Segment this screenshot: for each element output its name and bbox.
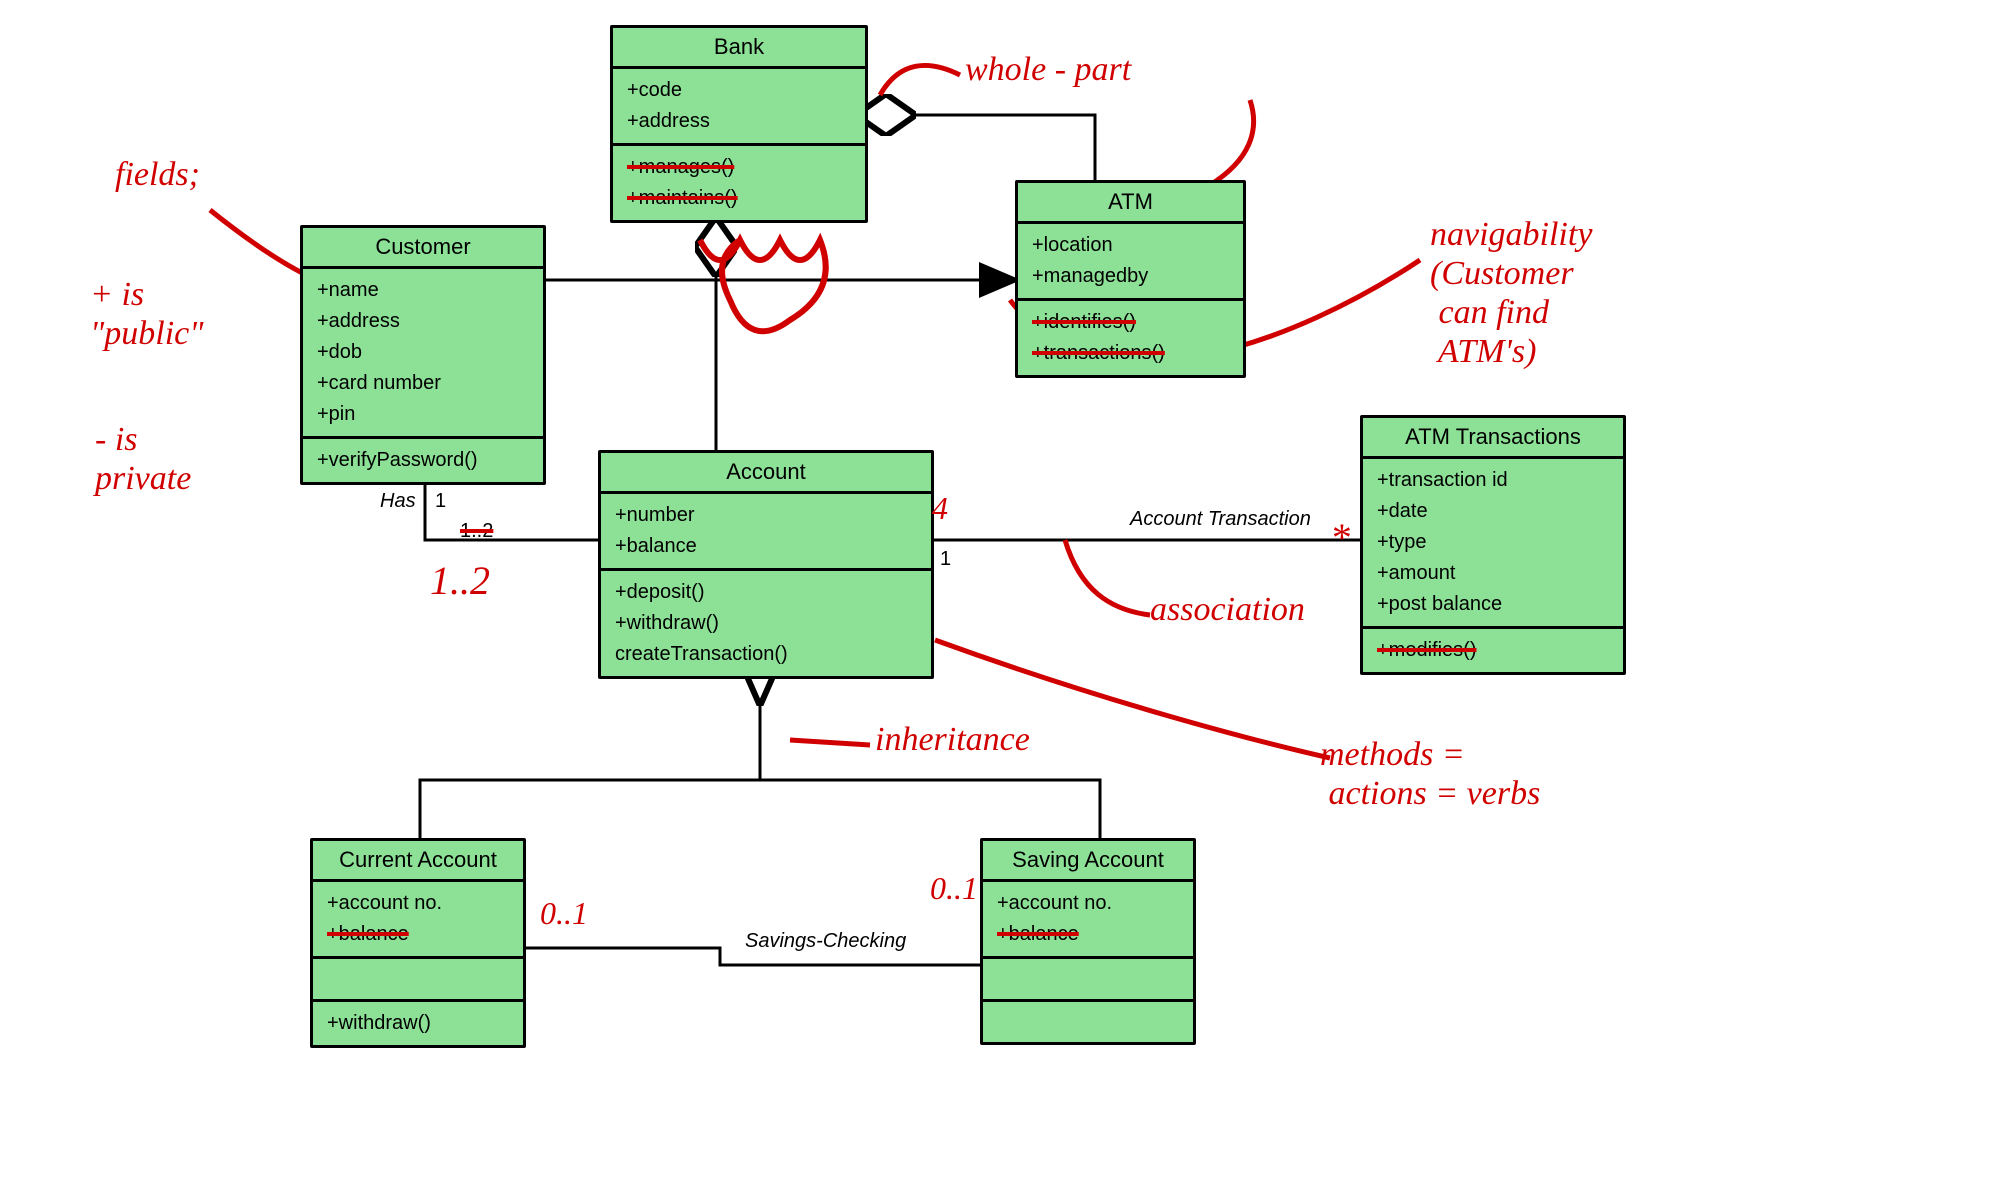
class-account: Account +number +balance +deposit() +wit…: [598, 450, 934, 679]
class-atm: ATM +location +managedby +identifies() +…: [1015, 180, 1246, 378]
attr: +balance: [997, 919, 1179, 950]
attr: +type: [1377, 527, 1609, 558]
edge-mult-acc1: 1: [940, 548, 951, 571]
attr: +address: [627, 106, 851, 137]
class-attrs: +name +address +dob +card number +pin: [303, 269, 543, 439]
ann-sav-01: 0..1: [930, 870, 978, 907]
ann-association: association: [1150, 590, 1305, 629]
class-ops: +identifies() +transactions(): [1018, 301, 1243, 375]
ann-navigability: navigability (Customer can find ATM's): [1430, 215, 1592, 371]
attr: +location: [1032, 230, 1229, 261]
ann-cur-01: 0..1: [540, 895, 588, 932]
class-empty: [983, 959, 1193, 1002]
attr: +name: [317, 275, 529, 306]
edge-label-savings-checking: Savings-Checking: [745, 930, 906, 953]
class-ops: [983, 1002, 1193, 1042]
ann-inheritance: inheritance: [875, 720, 1030, 759]
attr: +date: [1377, 496, 1609, 527]
class-attrs: +transaction id +date +type +amount +pos…: [1363, 459, 1623, 629]
op: +modifies(): [1377, 635, 1609, 666]
attr: +address: [317, 306, 529, 337]
edge-mult-1: 1: [435, 490, 446, 513]
class-ops: +withdraw(): [313, 1002, 523, 1045]
class-ops: +manages() +maintains(): [613, 146, 865, 220]
class-title: Saving Account: [983, 841, 1193, 882]
class-attrs: +number +balance: [601, 494, 931, 571]
ann-star: *: [1330, 515, 1350, 561]
class-title: ATM: [1018, 183, 1243, 224]
attr: +managedby: [1032, 261, 1229, 292]
class-attrs: +account no. +balance: [983, 882, 1193, 959]
op: +maintains(): [627, 183, 851, 214]
op: +deposit(): [615, 577, 917, 608]
ann-one-two: 1..2: [430, 558, 490, 604]
edge-label-account-transaction: Account Transaction: [1130, 508, 1311, 531]
op: +withdraw(): [327, 1008, 509, 1039]
class-title: ATM Transactions: [1363, 418, 1623, 459]
ann-fields: fields;: [115, 155, 200, 194]
attr: +dob: [317, 337, 529, 368]
attr: +card number: [317, 368, 529, 399]
attr: +account no.: [997, 888, 1179, 919]
class-bank: Bank +code +address +manages() +maintain…: [610, 25, 868, 223]
attr: +balance: [327, 919, 509, 950]
ann-private: - is private: [95, 420, 191, 498]
op: +manages(): [627, 152, 851, 183]
attr: +post balance: [1377, 589, 1609, 620]
ann-public: + is "public": [90, 275, 204, 353]
attr: +account no.: [327, 888, 509, 919]
ann-methods: methods = actions = verbs: [1320, 735, 1540, 813]
class-title: Customer: [303, 228, 543, 269]
op: +transactions(): [1032, 338, 1229, 369]
class-title: Bank: [613, 28, 865, 69]
edge-label-has: Has: [380, 490, 416, 513]
op: +verifyPassword(): [317, 445, 529, 476]
class-attrs: +account no. +balance: [313, 882, 523, 959]
class-saving-account: Saving Account +account no. +balance: [980, 838, 1196, 1045]
class-atm-transactions: ATM Transactions +transaction id +date +…: [1360, 415, 1626, 675]
edge-mult-1-2: 1..2: [460, 520, 493, 543]
class-current-account: Current Account +account no. +balance +w…: [310, 838, 526, 1048]
class-attrs: +location +managedby: [1018, 224, 1243, 301]
class-title: Current Account: [313, 841, 523, 882]
ann-whole-part: whole - part: [965, 50, 1131, 89]
attr: +code: [627, 75, 851, 106]
uml-canvas: Bank +code +address +manages() +maintain…: [0, 0, 2000, 1193]
attr: +number: [615, 500, 917, 531]
attr: +balance: [615, 531, 917, 562]
class-empty: [313, 959, 523, 1002]
op: createTransaction(): [615, 639, 917, 670]
class-ops: +deposit() +withdraw() createTransaction…: [601, 571, 931, 676]
attr: +pin: [317, 399, 529, 430]
op: +identifies(): [1032, 307, 1229, 338]
ann-four: 4: [932, 490, 948, 527]
class-ops: +modifies(): [1363, 629, 1623, 672]
class-attrs: +code +address: [613, 69, 865, 146]
attr: +amount: [1377, 558, 1609, 589]
class-customer: Customer +name +address +dob +card numbe…: [300, 225, 546, 485]
op: +withdraw(): [615, 608, 917, 639]
class-ops: +verifyPassword(): [303, 439, 543, 482]
class-title: Account: [601, 453, 931, 494]
attr: +transaction id: [1377, 465, 1609, 496]
